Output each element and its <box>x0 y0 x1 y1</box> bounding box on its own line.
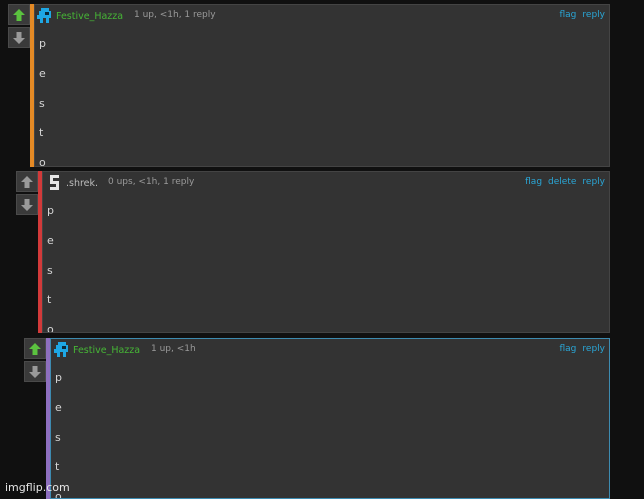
comment-line: o <box>39 156 46 167</box>
flag-link[interactable]: flag <box>560 344 577 354</box>
downvote-button[interactable] <box>8 27 30 48</box>
vote-controls <box>24 338 46 384</box>
arrow-up-icon <box>13 8 25 21</box>
comment-line: t <box>39 126 44 140</box>
comment-line: p <box>39 37 46 50</box>
comment-line: t <box>55 460 60 474</box>
flag-link[interactable]: flag <box>525 177 542 187</box>
downvote-button[interactable] <box>24 361 46 382</box>
vote-controls <box>16 171 38 217</box>
arrow-down-icon <box>29 365 41 378</box>
delete-link[interactable]: delete <box>548 177 576 187</box>
comment-actions: flag reply <box>554 344 606 354</box>
comment-line: s <box>39 96 45 110</box>
comment-meta: 0 ups, <1h, 1 reply <box>108 177 195 187</box>
flag-link[interactable]: flag <box>560 10 577 20</box>
comment-header: Festive_Hazza 1 up, <1h flag reply <box>51 339 609 361</box>
vote-controls <box>8 4 30 50</box>
comment-body: p e s t o <box>39 29 46 167</box>
arrow-up-icon <box>21 175 33 188</box>
comment-line: s <box>55 430 61 444</box>
upvote-button[interactable] <box>24 338 46 359</box>
comment-line: s <box>47 263 53 277</box>
comment-line: t <box>47 293 52 307</box>
arrow-up-icon <box>29 342 41 355</box>
comment-username[interactable]: .shrek. <box>66 178 98 189</box>
reply-link[interactable]: reply <box>582 344 605 354</box>
reply-link[interactable]: reply <box>582 10 605 20</box>
user-avatar-icon[interactable] <box>54 341 69 358</box>
comment-line: o <box>47 323 54 333</box>
comment-line: e <box>39 66 46 80</box>
arrow-down-icon <box>21 198 33 211</box>
upvote-button[interactable] <box>16 171 38 192</box>
upvote-button[interactable] <box>8 4 30 25</box>
comment-meta: 1 up, <1h, 1 reply <box>134 10 216 20</box>
comment-card: Festive_Hazza 1 up, <1h, 1 reply flag rep… <box>34 4 610 167</box>
comment-header: Festive_Hazza 1 up, <1h, 1 reply flag rep… <box>35 5 609 27</box>
reply-link[interactable]: reply <box>582 177 605 187</box>
comment-username[interactable]: Festive_Hazza <box>56 11 123 22</box>
comment: Festive_Hazza 1 up, <1h flag reply p e s … <box>24 338 610 499</box>
comment-line: e <box>47 233 54 247</box>
user-avatar-icon[interactable] <box>37 7 52 24</box>
comment-meta: 1 up, <1h <box>151 344 196 354</box>
comment: Festive_Hazza 1 up, <1h, 1 reply flag rep… <box>8 4 610 167</box>
comment: .shrek. 0 ups, <1h, 1 reply flag delete re… <box>16 171 610 333</box>
comment-body: p e s t o <box>47 196 54 333</box>
comment-line: e <box>55 400 62 414</box>
arrow-down-icon <box>13 31 25 44</box>
user-avatar-icon[interactable] <box>47 174 62 191</box>
comment-actions: flag reply <box>554 10 606 20</box>
comment-actions: flag delete reply <box>519 177 605 187</box>
comment-line: p <box>47 204 54 217</box>
comment-username[interactable]: Festive_Hazza <box>73 345 140 356</box>
watermark: imgflip.com <box>5 481 70 494</box>
comment-header: .shrek. 0 ups, <1h, 1 reply flag delete re… <box>43 172 609 194</box>
downvote-button[interactable] <box>16 194 38 215</box>
comment-card: Festive_Hazza 1 up, <1h flag reply p e s … <box>50 338 610 499</box>
comment-card: .shrek. 0 ups, <1h, 1 reply flag delete re… <box>42 171 610 333</box>
comment-body: p e s t o <box>55 363 62 498</box>
comment-line: p <box>55 371 62 384</box>
